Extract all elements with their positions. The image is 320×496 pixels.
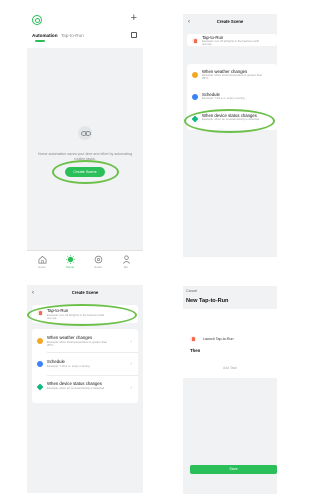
cancel-button[interactable]: Cancel (186, 289, 197, 293)
tap-to-run-icon (190, 336, 196, 342)
then-label: Then (190, 348, 201, 353)
tab-tap-to-run[interactable]: Tap-to-Run (61, 33, 84, 39)
schedule-icon (192, 94, 198, 100)
chevron-right-icon: › (130, 385, 132, 391)
nav-home-label: Home (38, 265, 46, 269)
item-desc: Example: when local temperature is great… (202, 73, 263, 81)
top-bar: + Automation Tap-to-Run (27, 10, 143, 48)
launch-label: Launch Tap-to-Run (203, 337, 234, 341)
device-status-icon (36, 383, 44, 391)
active-tab-indicator (35, 40, 45, 42)
chevron-right-icon: › (130, 361, 132, 367)
add-task-button[interactable]: Add Task (183, 366, 277, 370)
list-item[interactable]: When weather changes Example: when local… (187, 68, 277, 83)
nav-scene[interactable]: Scene (60, 255, 80, 269)
new-tap-to-run-screen: Cancel New Tap-to-Run If Launch Tap-to-R… (183, 286, 277, 494)
add-icon[interactable]: + (131, 12, 137, 24)
save-button[interactable]: Save (190, 465, 277, 474)
item-desc: Example: when local temperature is great… (47, 339, 108, 347)
back-icon[interactable]: ‹ (32, 285, 34, 301)
highlight-ring (184, 109, 275, 133)
page-title: ‹ Create Scene (183, 14, 277, 30)
list-item[interactable]: When weather changes Example: when local… (32, 333, 138, 351)
item-desc: Example: turn off all lights in the bedr… (202, 39, 260, 47)
page-title: ‹ Create Scene (27, 285, 143, 301)
nav-home[interactable]: Home (32, 255, 52, 269)
nav-smart[interactable]: Smart (88, 255, 108, 269)
app-logo-icon (32, 15, 42, 25)
item-desc: Example: 7:00 a.m. every morning (202, 96, 245, 100)
list-icon[interactable] (131, 32, 137, 38)
list-item[interactable]: Schedule Example: 7:00 a.m. every mornin… (187, 91, 277, 103)
bottom-nav: Home Scene Smart Me (27, 250, 143, 276)
scene-icon (65, 255, 75, 264)
weather-icon (192, 72, 198, 78)
list-item[interactable]: Schedule Example: 7:00 a.m. every mornin… (32, 357, 138, 371)
chevron-right-icon: › (130, 339, 132, 345)
smart-icon (94, 255, 102, 264)
weather-icon (37, 338, 43, 344)
schedule-icon (37, 361, 43, 367)
list-item[interactable]: When device status changes Example: when… (32, 379, 138, 397)
highlight-ring (52, 160, 119, 184)
back-icon[interactable]: ‹ (188, 14, 190, 30)
condition-card: When weather changes Example: when local… (32, 329, 138, 403)
divider (47, 352, 138, 353)
tab-automation[interactable]: Automation (32, 33, 58, 39)
home-icon (38, 255, 46, 264)
nav-smart-label: Smart (94, 265, 102, 269)
tap-to-run-card[interactable]: Tap-to-Run Example: turn off all lights … (187, 34, 277, 46)
page-title: New Tap-to-Run (186, 298, 229, 304)
nav-me-label: Me (124, 265, 128, 269)
if-section: Launch Tap-to-Run (183, 309, 277, 348)
create-scene-screen-highlight-device: ‹ Create Scene Tap-to-Run Example: turn … (183, 14, 277, 257)
highlight-ring (27, 304, 137, 326)
automation-screen: + Automation Tap-to-Run Home automation … (27, 10, 143, 276)
nav-me[interactable]: Me (116, 255, 136, 269)
divider (47, 375, 138, 376)
nav-scene-label: Scene (66, 265, 74, 269)
empty-state-icon (78, 126, 92, 140)
item-desc: Example: when an unusual activity is det… (47, 385, 105, 390)
create-scene-screen-highlight-tap: ‹ Create Scene Tap-to-Run Example: turn … (27, 285, 143, 493)
item-desc: Example: 7:00 a.m. every morning (47, 363, 90, 368)
page-title-text: Create Scene (71, 290, 99, 295)
user-icon (122, 255, 130, 264)
page-title-text: Create Scene (216, 19, 244, 24)
tap-to-run-icon (192, 38, 198, 44)
